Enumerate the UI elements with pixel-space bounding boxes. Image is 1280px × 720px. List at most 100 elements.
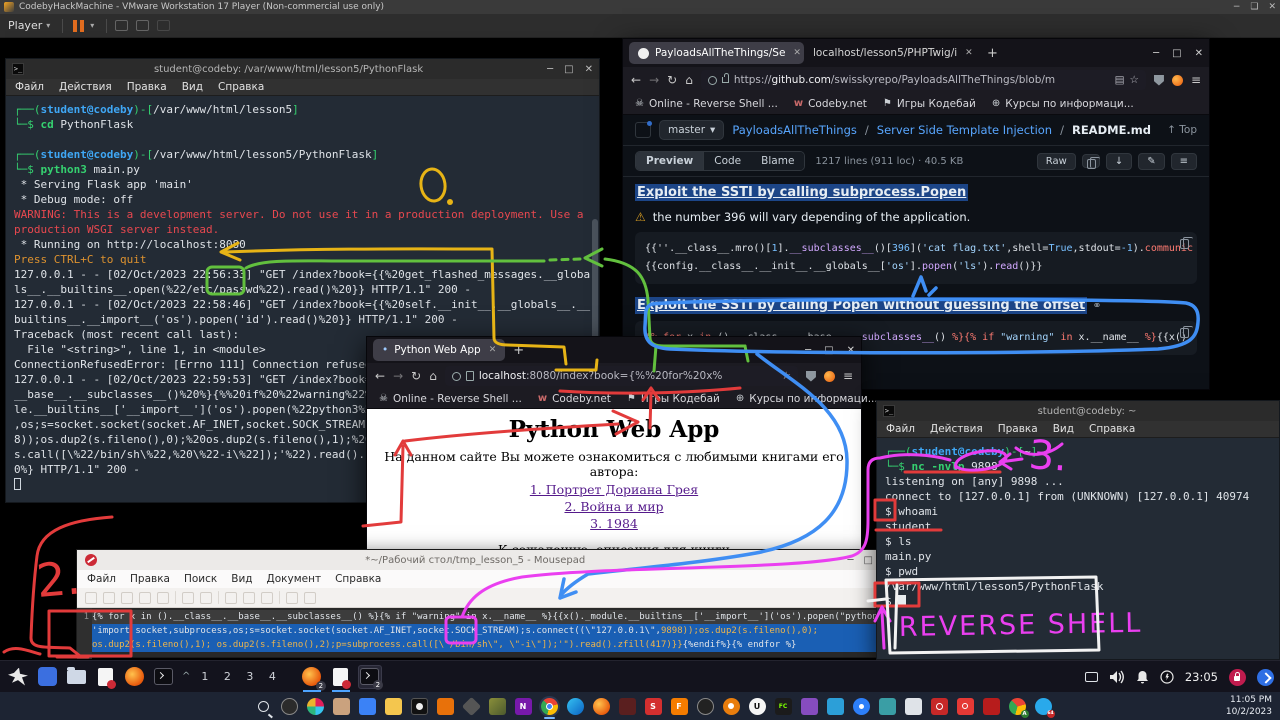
forward-icon[interactable]: → <box>393 369 403 383</box>
mousepad-editor[interactable]: 1 {% for x in ().__class__.__base__.__su… <box>77 608 881 659</box>
bookmark-games[interactable]: ⚑Игры Кодебай <box>627 393 720 405</box>
bookmark-codeby[interactable]: wCodeby.net <box>794 98 867 110</box>
back-icon[interactable]: ← <box>631 73 641 87</box>
code-block-subprocess[interactable]: {{''.__class__.mro()[1].__subclasses__()… <box>635 232 1197 284</box>
new-file-icon[interactable] <box>85 592 97 604</box>
permissions-icon[interactable] <box>708 76 717 85</box>
running-firefox[interactable]: 2 <box>300 665 324 689</box>
download-icon[interactable]: ↓ <box>1106 153 1132 170</box>
menu-edit[interactable]: Правка <box>127 81 167 93</box>
player-menu-caret[interactable]: ▾ <box>46 21 50 30</box>
save-as-icon[interactable] <box>139 592 151 604</box>
tab-close-icon[interactable]: ✕ <box>793 48 801 58</box>
url-bar[interactable]: https://github.com/swisskyrepo/PayloadsA… <box>701 70 1146 90</box>
taskbar-icon-firefox[interactable] <box>593 698 610 715</box>
paste-icon[interactable] <box>261 592 273 604</box>
workspace-switcher[interactable]: 1 2 3 4 <box>201 670 282 683</box>
breadcrumb-dir[interactable]: Server Side Template Injection <box>877 123 1052 137</box>
player-menu[interactable]: Player <box>8 19 42 32</box>
taskbar-icon-chrome[interactable] <box>541 698 558 715</box>
heading-subprocess-popen[interactable]: Exploit the SSTI by calling subprocess.P… <box>635 184 968 201</box>
maximize-button[interactable]: □ <box>864 555 873 566</box>
taskbar-icon-shield-s[interactable]: S <box>645 698 662 715</box>
url-bar[interactable]: localhost:8080/index?book={%%20for%20x% … <box>445 366 798 386</box>
branch-selector[interactable]: master▾ <box>659 120 724 140</box>
taskbar-icon-fsecure[interactable]: F <box>671 698 688 715</box>
send-ctrl-alt-del-icon[interactable] <box>115 20 128 31</box>
mousepad-window[interactable]: *~/Рабочий стол/tmp_lesson_5 - Mousepad … <box>76 549 882 658</box>
app-menu-icon[interactable]: ≡ <box>843 369 853 383</box>
pause-vm-button[interactable] <box>73 20 84 32</box>
taskbar-icon-chrome-profile[interactable]: A <box>1009 698 1026 715</box>
forward-icon[interactable]: → <box>649 73 659 87</box>
book-link-war-and-peace[interactable]: 2. Война и мир <box>367 498 861 515</box>
host-clock[interactable]: 11:05 PM 10/2/2023 <box>1226 694 1272 718</box>
bookmark-codeby[interactable]: wCodeby.net <box>538 393 611 405</box>
taskbar-icon-app-darkred[interactable] <box>619 698 636 715</box>
fullscreen-icon[interactable] <box>136 20 149 31</box>
maximize-button[interactable]: □ <box>824 345 833 356</box>
permissions-icon[interactable] <box>452 372 461 381</box>
notifications-icon[interactable] <box>1136 670 1149 684</box>
menu-view[interactable]: Вид <box>231 573 252 585</box>
taskbar-icon-file-explorer[interactable] <box>385 698 402 715</box>
taskbar-icon-3d-viewer[interactable] <box>461 696 480 715</box>
close-button[interactable]: ✕ <box>847 345 855 356</box>
taskbar-icon-windows-start[interactable] <box>229 698 246 715</box>
menu-file[interactable]: Файл <box>87 573 116 585</box>
close-button[interactable]: ✕ <box>1195 48 1203 59</box>
firefox-launcher-icon[interactable] <box>122 665 146 689</box>
reload-icon[interactable] <box>157 592 169 604</box>
minimize-button[interactable]: − <box>1233 2 1241 12</box>
book-link-1984[interactable]: 3. 1984 <box>367 515 861 532</box>
taskbar-icon-telegram[interactable]: 64 <box>1035 698 1052 715</box>
lock-icon[interactable] <box>1229 669 1246 686</box>
heading-popen-offset[interactable]: Exploit the SSTI by calling Popen withou… <box>635 297 1087 314</box>
top-link[interactable]: ↑ Top <box>1167 124 1197 136</box>
taskbar-icon-onenote[interactable]: N <box>515 698 532 715</box>
bookmark-reverse-shell[interactable]: ☠Online - Reverse Shell ... <box>379 393 522 405</box>
taskbar-icon-vscode[interactable] <box>827 698 844 715</box>
taskbar-icon-slack[interactable] <box>307 698 324 715</box>
reader-mode-icon[interactable]: ▤ <box>1115 74 1125 86</box>
taskbar-icon-dark-ring[interactable] <box>697 698 714 715</box>
menu-file[interactable]: Файл <box>15 81 44 93</box>
copy-icon[interactable] <box>243 592 255 604</box>
terminal-flask-titlebar[interactable]: >_ student@codeby: /var/www/html/lesson5… <box>6 59 599 79</box>
taskbar-icon-vmware[interactable] <box>489 698 506 715</box>
taskbar-icon-unreal[interactable]: U <box>749 698 766 715</box>
taskbar-icon-edge[interactable] <box>567 698 584 715</box>
taskbar-icon-fancontrol[interactable]: FC <box>775 698 792 715</box>
close-button[interactable]: ✕ <box>1268 2 1276 12</box>
terminal-nc-titlebar[interactable]: >_ student@codeby: ~ <box>877 401 1279 421</box>
tab-close-icon[interactable]: ✕ <box>489 345 497 355</box>
extension-shield-icon[interactable] <box>1154 75 1164 86</box>
terminal-window-nc[interactable]: >_ student@codeby: ~ Файл Действия Правк… <box>876 400 1280 660</box>
extension-shield-icon[interactable] <box>806 371 816 382</box>
menu-actions[interactable]: Действия <box>59 81 112 93</box>
taskbar-icon-gear-red-1[interactable] <box>931 698 948 715</box>
anchor-link-icon[interactable]: ⚭ <box>1092 299 1101 312</box>
bookmark-games[interactable]: ⚑Игры Кодебай <box>883 98 976 110</box>
copy-code-icon[interactable] <box>1180 239 1189 249</box>
home-icon[interactable]: ⌂ <box>685 73 693 87</box>
taskbar-icon-media-player[interactable] <box>411 698 428 715</box>
bookmark-courses[interactable]: ⊕Курсы по информаци... <box>992 98 1134 110</box>
taskbar-icon-settings-orange[interactable] <box>437 698 454 715</box>
pause-caret[interactable]: ▾ <box>90 21 94 30</box>
tab-blame[interactable]: Blame <box>751 152 804 170</box>
menu-view[interactable]: Вид <box>182 81 203 93</box>
bookmark-star-icon[interactable]: ☆ <box>782 370 791 382</box>
home-icon[interactable]: ⌂ <box>429 369 437 383</box>
extension-firefox-icon[interactable] <box>824 371 835 382</box>
book-link-dorian-gray[interactable]: 1. Портрет Дориана Грея <box>367 481 861 498</box>
display-icon[interactable] <box>1085 672 1098 682</box>
close-button[interactable]: ✕ <box>585 64 593 75</box>
reload-icon[interactable]: ↻ <box>667 73 677 87</box>
file-manager-icon[interactable] <box>64 665 88 689</box>
back-icon[interactable]: ← <box>375 369 385 383</box>
extension-firefox-icon[interactable] <box>1172 75 1183 86</box>
new-tab-button[interactable]: + <box>987 46 998 61</box>
power-icon[interactable] <box>1160 670 1174 684</box>
reload-icon[interactable]: ↻ <box>411 369 421 383</box>
